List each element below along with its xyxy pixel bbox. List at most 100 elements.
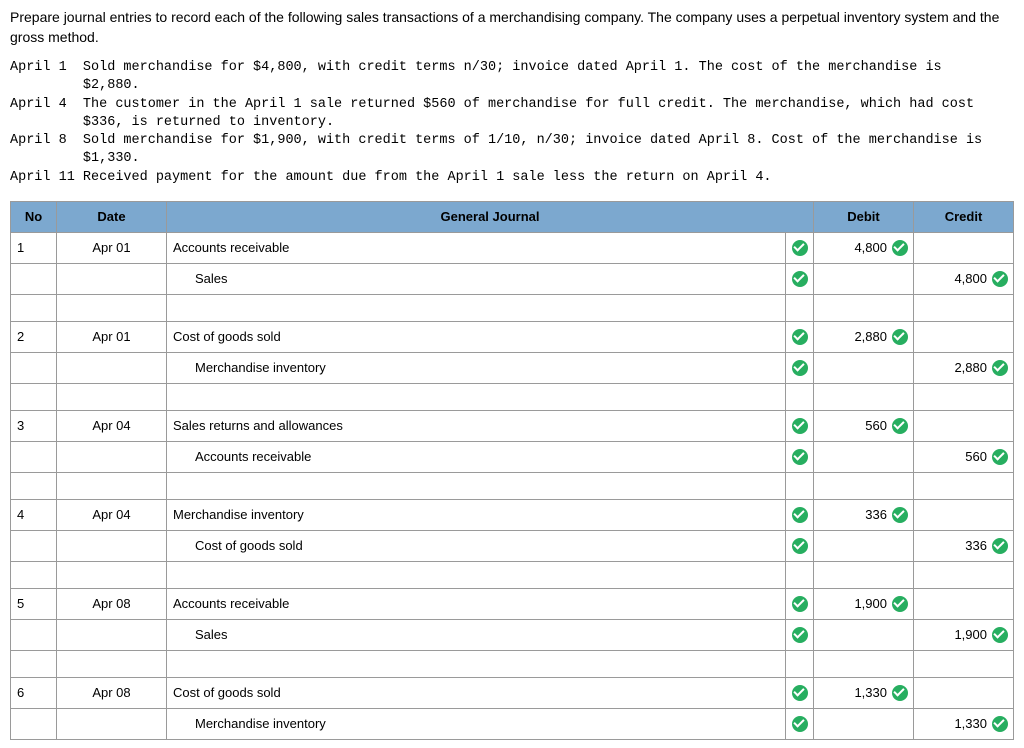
account-name[interactable]: Accounts receivable: [167, 441, 786, 472]
credit-cell[interactable]: 1,900: [914, 619, 1014, 650]
entry-no: 2: [11, 321, 57, 352]
row-check: [785, 708, 813, 739]
entry-no: 6: [11, 677, 57, 708]
row-check: [785, 352, 813, 383]
col-no: No: [11, 201, 57, 232]
check-icon: [992, 449, 1008, 465]
col-credit: Credit: [914, 201, 1014, 232]
credit-cell[interactable]: 336: [914, 530, 1014, 561]
debit-cell[interactable]: 4,800: [814, 232, 914, 263]
check-icon: [792, 418, 808, 434]
entry-date[interactable]: [57, 619, 167, 650]
row-check: [785, 410, 813, 441]
debit-cell[interactable]: 1,330: [814, 677, 914, 708]
row-check: [785, 619, 813, 650]
entry-date[interactable]: [57, 441, 167, 472]
account-name[interactable]: Sales: [167, 263, 786, 294]
account-name[interactable]: Cost of goods sold: [167, 677, 786, 708]
debit-cell[interactable]: [814, 619, 914, 650]
credit-cell[interactable]: [914, 677, 1014, 708]
row-check: [785, 499, 813, 530]
debit-cell[interactable]: 336: [814, 499, 914, 530]
entry-date[interactable]: Apr 04: [57, 499, 167, 530]
entry-no: [11, 352, 57, 383]
debit-cell[interactable]: [814, 263, 914, 294]
col-debit: Debit: [814, 201, 914, 232]
check-icon: [792, 716, 808, 732]
entry-date[interactable]: Apr 01: [57, 232, 167, 263]
check-icon: [992, 271, 1008, 287]
debit-cell[interactable]: [814, 530, 914, 561]
entry-date[interactable]: [57, 263, 167, 294]
account-name[interactable]: Sales: [167, 619, 786, 650]
credit-cell[interactable]: [914, 232, 1014, 263]
account-name[interactable]: Cost of goods sold: [167, 530, 786, 561]
entry-date[interactable]: Apr 04: [57, 410, 167, 441]
credit-cell[interactable]: 560: [914, 441, 1014, 472]
check-icon: [892, 596, 908, 612]
entry-no: 5: [11, 588, 57, 619]
entry-no: 4: [11, 499, 57, 530]
check-icon: [892, 240, 908, 256]
check-icon: [792, 685, 808, 701]
check-icon: [792, 240, 808, 256]
journal-table: No Date General Journal Debit Credit 1Ap…: [10, 201, 1014, 740]
account-name[interactable]: Merchandise inventory: [167, 708, 786, 739]
credit-cell[interactable]: 2,880: [914, 352, 1014, 383]
account-name[interactable]: Accounts receivable: [167, 232, 786, 263]
check-icon: [792, 329, 808, 345]
check-icon: [992, 627, 1008, 643]
col-general-journal: General Journal: [167, 201, 814, 232]
entry-no: [11, 619, 57, 650]
debit-cell[interactable]: [814, 708, 914, 739]
debit-cell[interactable]: [814, 352, 914, 383]
entry-date[interactable]: [57, 352, 167, 383]
check-icon: [792, 360, 808, 376]
credit-cell[interactable]: 1,330: [914, 708, 1014, 739]
row-check: [785, 232, 813, 263]
account-name[interactable]: Sales returns and allowances: [167, 410, 786, 441]
row-check: [785, 588, 813, 619]
check-icon: [792, 538, 808, 554]
check-icon: [792, 271, 808, 287]
entry-no: 3: [11, 410, 57, 441]
entry-no: [11, 441, 57, 472]
debit-cell[interactable]: 1,900: [814, 588, 914, 619]
debit-cell[interactable]: 2,880: [814, 321, 914, 352]
check-icon: [992, 716, 1008, 732]
debit-cell[interactable]: 560: [814, 410, 914, 441]
check-icon: [992, 360, 1008, 376]
account-name[interactable]: Merchandise inventory: [167, 499, 786, 530]
row-check: [785, 263, 813, 294]
row-check: [785, 321, 813, 352]
check-icon: [892, 507, 908, 523]
account-name[interactable]: Cost of goods sold: [167, 321, 786, 352]
account-name[interactable]: Merchandise inventory: [167, 352, 786, 383]
entry-no: [11, 530, 57, 561]
entry-date[interactable]: Apr 08: [57, 677, 167, 708]
check-icon: [792, 507, 808, 523]
row-check: [785, 441, 813, 472]
transactions-block: April 1 Sold merchandise for $4,800, wit…: [10, 59, 1014, 187]
row-check: [785, 530, 813, 561]
check-icon: [792, 627, 808, 643]
check-icon: [892, 685, 908, 701]
check-icon: [892, 418, 908, 434]
credit-cell[interactable]: [914, 499, 1014, 530]
check-icon: [992, 538, 1008, 554]
debit-cell[interactable]: [814, 441, 914, 472]
account-name[interactable]: Accounts receivable: [167, 588, 786, 619]
credit-cell[interactable]: [914, 321, 1014, 352]
entry-date[interactable]: [57, 708, 167, 739]
check-icon: [792, 449, 808, 465]
entry-date[interactable]: Apr 08: [57, 588, 167, 619]
entry-date[interactable]: Apr 01: [57, 321, 167, 352]
credit-cell[interactable]: [914, 588, 1014, 619]
credit-cell[interactable]: [914, 410, 1014, 441]
credit-cell[interactable]: 4,800: [914, 263, 1014, 294]
question-intro: Prepare journal entries to record each o…: [10, 8, 1014, 47]
entry-no: [11, 263, 57, 294]
entry-date[interactable]: [57, 530, 167, 561]
check-icon: [892, 329, 908, 345]
entry-no: 1: [11, 232, 57, 263]
